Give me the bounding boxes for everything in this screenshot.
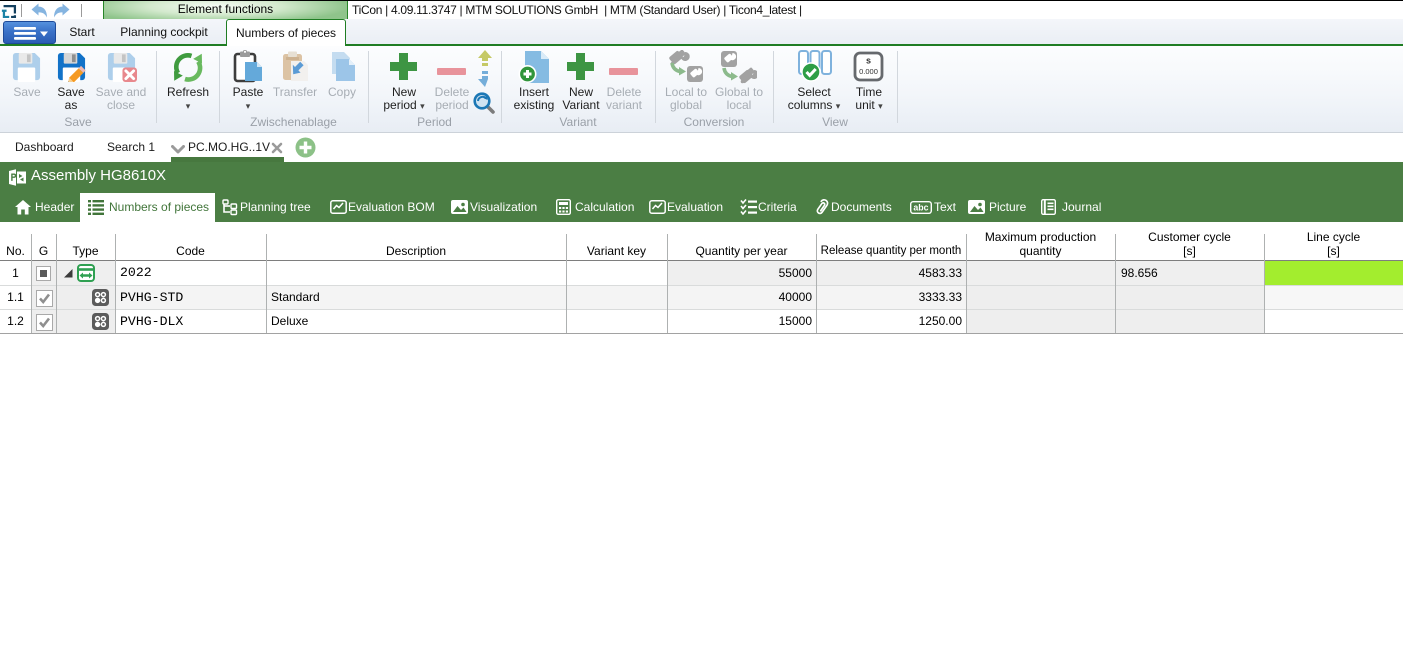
- svg-text:0.000: 0.000: [859, 67, 878, 76]
- svg-text:abc: abc: [913, 203, 928, 213]
- svg-text:s: s: [866, 56, 871, 66]
